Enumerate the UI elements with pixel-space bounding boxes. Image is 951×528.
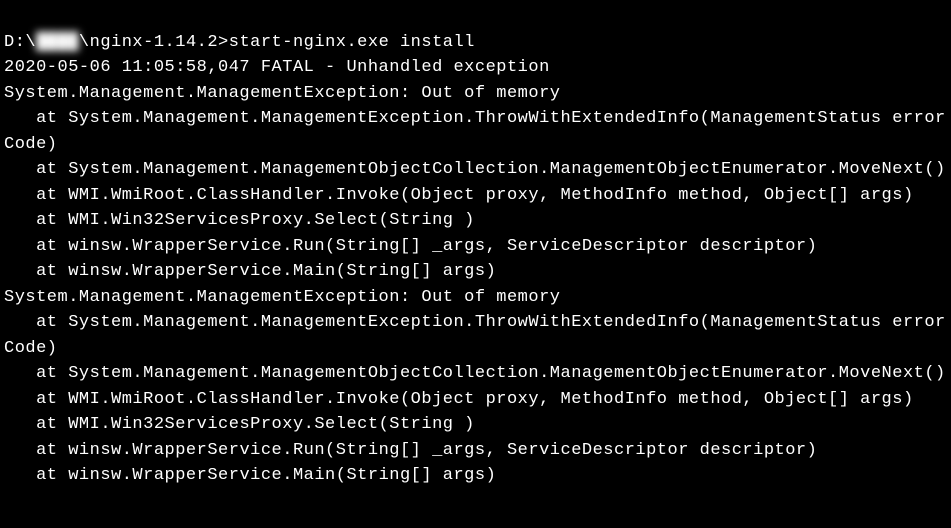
output-line: at System.Management.ManagementException… [4, 310, 947, 361]
output-line: at winsw.WrapperService.Run(String[] _ar… [4, 234, 947, 260]
command-text: start-nginx.exe install [229, 33, 475, 52]
output-line: at WMI.WmiRoot.ClassHandler.Invoke(Objec… [4, 387, 947, 413]
output-line: at System.Management.ManagementException… [4, 106, 947, 157]
output-line: System.Management.ManagementException: O… [4, 285, 947, 311]
command-line: D:\████\nginx-1.14.2>start-nginx.exe ins… [4, 30, 947, 56]
output-line: at System.Management.ManagementObjectCol… [4, 361, 947, 387]
terminal-output[interactable]: D:\████\nginx-1.14.2>start-nginx.exe ins… [4, 4, 947, 514]
output-line: at winsw.WrapperService.Main(String[] ar… [4, 259, 947, 285]
output-line: at winsw.WrapperService.Main(String[] ar… [4, 463, 947, 489]
output-line: at WMI.WmiRoot.ClassHandler.Invoke(Objec… [4, 183, 947, 209]
prompt-drive: D:\ [4, 33, 36, 52]
output-line: at WMI.Win32ServicesProxy.Select(String … [4, 412, 947, 438]
output-line: at winsw.WrapperService.Run(String[] _ar… [4, 438, 947, 464]
prompt-path: \nginx-1.14.2> [79, 33, 229, 52]
output-line: at System.Management.ManagementObjectCol… [4, 157, 947, 183]
output-line: 2020-05-06 11:05:58,047 FATAL - Unhandle… [4, 55, 947, 81]
output-line: System.Management.ManagementException: O… [4, 81, 947, 107]
output-line: at WMI.Win32ServicesProxy.Select(String … [4, 208, 947, 234]
prompt-blurred-path: ████ [36, 30, 79, 56]
